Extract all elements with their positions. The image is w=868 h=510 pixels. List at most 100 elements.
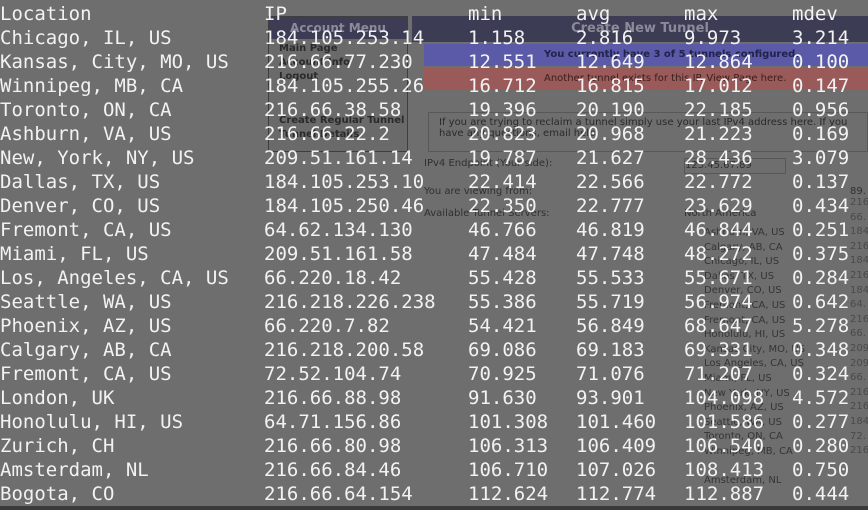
terminal-output: Location IP min avg max mdev Chicago, IL… xyxy=(0,0,868,510)
table-row: New, York, NY, US 209.51.161.14 19.787 21.6… xyxy=(0,146,868,170)
cell-min: 16.712 xyxy=(468,75,537,97)
cell-ip: 209.51.161.58 xyxy=(264,243,413,265)
cell-ip: 66.220.7.82 xyxy=(264,315,390,337)
cell-avg: 2.816 xyxy=(576,27,634,49)
cell-avg: 20.968 xyxy=(576,123,645,145)
cell-mdev: 0.169 xyxy=(792,123,850,145)
table-row: Phoenix, AZ, US 66.220.7.82 54.421 56.849 68… xyxy=(0,314,868,338)
cell-mdev: 0.434 xyxy=(792,195,850,217)
cell-min: 1.158 xyxy=(468,27,526,49)
cell-ip: 72.52.104.74 xyxy=(264,363,402,385)
table-row: Kansas, City, MO, US 216.66.77.230 12.551 1… xyxy=(0,50,868,74)
cell-location: Amsterdam, NL xyxy=(0,459,149,481)
cell-max: 9.973 xyxy=(684,27,742,49)
cell-mdev: 0.280 xyxy=(792,435,850,457)
cell-avg: 47.748 xyxy=(576,243,645,265)
cell-location: Miami, FL, US xyxy=(0,243,149,265)
cell-avg: 69.183 xyxy=(576,339,645,361)
cell-min: 22.350 xyxy=(468,195,537,217)
header-avg: avg xyxy=(576,3,611,25)
header-max: max xyxy=(684,3,719,25)
cell-mdev: 0.750 xyxy=(792,459,850,481)
cell-ip: 184.105.250.46 xyxy=(264,195,425,217)
table-row: Winnipeg, MB, CA 184.105.255.26 16.712 16.8… xyxy=(0,74,868,98)
cell-min: 22.414 xyxy=(468,171,537,193)
cell-max: 22.185 xyxy=(684,99,753,121)
cell-avg: 55.533 xyxy=(576,267,645,289)
cell-avg: 112.774 xyxy=(576,483,657,505)
table-row: Amsterdam, NL 216.66.84.46 106.710 107.026 1… xyxy=(0,458,868,482)
cell-location: Denver, CO, US xyxy=(0,195,161,217)
cell-max: 46.844 xyxy=(684,219,753,241)
cell-ip: 216.66.64.154 xyxy=(264,483,413,505)
cell-mdev: 0.642 xyxy=(792,291,850,313)
cell-max: 104.098 xyxy=(684,387,765,409)
cell-ip: 209.51.161.14 xyxy=(264,147,413,169)
header-location: Location xyxy=(0,3,92,25)
cell-max: 108.413 xyxy=(684,459,765,481)
table-row: Toronto, ON, CA 216.66.38.58 19.396 20.190 2… xyxy=(0,98,868,122)
cell-min: 46.766 xyxy=(468,219,537,241)
cell-min: 69.086 xyxy=(468,339,537,361)
cell-mdev: 0.147 xyxy=(792,75,850,97)
cell-ip: 66.220.18.42 xyxy=(264,267,402,289)
header-min: min xyxy=(468,3,503,25)
cell-mdev: 0.251 xyxy=(792,219,850,241)
cell-min: 55.428 xyxy=(468,267,537,289)
cell-avg: 56.849 xyxy=(576,315,645,337)
cell-ip: 64.62.134.130 xyxy=(264,219,413,241)
cell-min: 12.551 xyxy=(468,51,537,73)
cell-max: 21.223 xyxy=(684,123,753,145)
cell-ip: 216.66.38.58 xyxy=(264,99,402,121)
cell-max: 22.772 xyxy=(684,171,753,193)
cell-ip: 216.66.84.46 xyxy=(264,459,402,481)
cell-location: Dallas, TX, US xyxy=(0,171,161,193)
terminal-bottom-bar xyxy=(0,506,868,510)
header-ip: IP xyxy=(264,3,287,25)
cell-min: 91.630 xyxy=(468,387,537,409)
cell-min: 106.710 xyxy=(468,459,549,481)
cell-mdev: 0.277 xyxy=(792,411,850,433)
cell-min: 19.787 xyxy=(468,147,537,169)
cell-avg: 106.409 xyxy=(576,435,657,457)
cell-mdev: 5.278 xyxy=(792,315,850,337)
table-row: Bogota, CO 216.66.64.154 112.624 112.774 112… xyxy=(0,482,868,506)
cell-mdev: 0.137 xyxy=(792,171,850,193)
table-row: Chicago, IL, US 184.105.253.14 1.158 2.816 9… xyxy=(0,26,868,50)
cell-mdev: 0.284 xyxy=(792,267,850,289)
cell-min: 19.396 xyxy=(468,99,537,121)
cell-mdev: 0.444 xyxy=(792,483,850,505)
cell-location: Calgary, AB, CA xyxy=(0,339,172,361)
cell-avg: 22.566 xyxy=(576,171,645,193)
cell-ip: 216.66.88.98 xyxy=(264,387,402,409)
cell-location: Winnipeg, MB, CA xyxy=(0,75,184,97)
cell-mdev: 0.100 xyxy=(792,51,850,73)
cell-ip: 64.71.156.86 xyxy=(264,411,402,433)
cell-location: Honolulu, HI, US xyxy=(0,411,184,433)
cell-max: 12.864 xyxy=(684,51,753,73)
cell-avg: 12.649 xyxy=(576,51,645,73)
cell-min: 20.823 xyxy=(468,123,537,145)
cell-location: London, UK xyxy=(0,387,115,409)
cell-max: 17.012 xyxy=(684,75,753,97)
cell-mdev: 0.375 xyxy=(792,243,850,265)
cell-location: Fremont, CA, US xyxy=(0,219,172,241)
cell-max: 23.629 xyxy=(684,195,753,217)
cell-avg: 21.627 xyxy=(576,147,645,169)
cell-avg: 20.190 xyxy=(576,99,645,121)
cell-mdev: 4.572 xyxy=(792,387,850,409)
cell-location: Zurich, CH xyxy=(0,435,115,457)
table-row: Honolulu, HI, US 64.71.156.86 101.308 101.4… xyxy=(0,410,868,434)
cell-avg: 16.815 xyxy=(576,75,645,97)
cell-max: 55.671 xyxy=(684,267,753,289)
cell-min: 106.313 xyxy=(468,435,549,457)
table-row: Denver, CO, US 184.105.250.46 22.350 22.777… xyxy=(0,194,868,218)
cell-ip: 216.218.226.238 xyxy=(264,291,436,313)
table-row: Fremont, CA, US 64.62.134.130 46.766 46.819… xyxy=(0,218,868,242)
cell-avg: 46.819 xyxy=(576,219,645,241)
cell-max: 28.436 xyxy=(684,147,753,169)
cell-ip: 184.105.253.14 xyxy=(264,27,425,49)
header-row: Location IP min avg max mdev xyxy=(0,2,868,26)
cell-min: 101.308 xyxy=(468,411,549,433)
table-row: Zurich, CH 216.66.80.98 106.313 106.409 106.… xyxy=(0,434,868,458)
